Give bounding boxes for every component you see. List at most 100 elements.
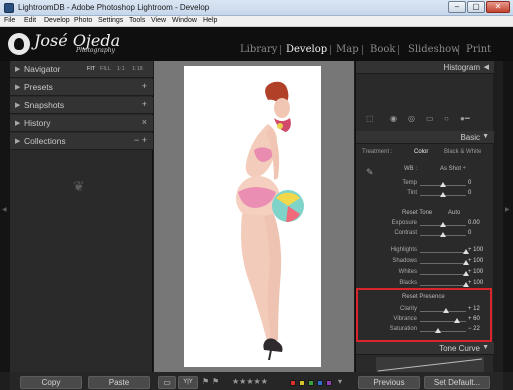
tone-slider-thumb[interactable] bbox=[440, 222, 446, 227]
wb-preset-select[interactable]: As Shot ÷ bbox=[440, 166, 466, 172]
previous-button[interactable]: Previous bbox=[358, 376, 420, 389]
light-slider-track[interactable] bbox=[420, 282, 469, 287]
presence-slider-track[interactable] bbox=[420, 308, 466, 313]
light-slider-value[interactable]: + 100 bbox=[468, 258, 483, 264]
purple-label-swatch[interactable] bbox=[326, 380, 332, 386]
snapshots-label: Snapshots bbox=[24, 100, 65, 110]
tone-curve-panel-header[interactable]: Tone Curve ▼ bbox=[356, 342, 494, 355]
treatment-bw-option[interactable]: Black & White bbox=[444, 149, 481, 155]
presence-slider-thumb[interactable] bbox=[434, 328, 441, 333]
zoom-1-18[interactable]: 1:18 bbox=[132, 66, 143, 72]
tone-slider-track[interactable] bbox=[420, 222, 466, 227]
histogram-panel-header[interactable]: Histogram ◀ bbox=[356, 61, 494, 74]
reject-flag-icon[interactable]: ⚑ bbox=[212, 377, 219, 386]
collections-panel-header[interactable]: ▶ Collections − + bbox=[10, 133, 153, 150]
tone-slider-value[interactable]: 0.00 bbox=[468, 220, 480, 226]
presence-slider-value[interactable]: + 12 bbox=[468, 306, 480, 312]
light-slider-value[interactable]: + 100 bbox=[468, 247, 483, 253]
presets-panel-header[interactable]: ▶ Presets + bbox=[10, 79, 153, 96]
white-balance-picker-icon[interactable]: ✎ bbox=[366, 167, 374, 178]
wb-slider-track[interactable] bbox=[420, 192, 466, 197]
loupe-view-icon[interactable]: ▭ bbox=[158, 376, 176, 389]
copy-button[interactable]: Copy bbox=[20, 376, 82, 389]
light-slider-track[interactable] bbox=[420, 271, 469, 276]
presence-slider-value[interactable]: − 22 bbox=[468, 326, 480, 332]
add-preset-button[interactable]: + bbox=[142, 81, 147, 91]
wb-slider-track[interactable] bbox=[420, 182, 466, 187]
crop-tool-icon[interactable]: ⬚ bbox=[366, 114, 374, 123]
light-slider-value[interactable]: + 100 bbox=[468, 269, 483, 275]
loupe-view[interactable] bbox=[154, 61, 354, 372]
add-snapshot-button[interactable]: + bbox=[142, 99, 147, 109]
right-panel-toggle[interactable]: ▶ bbox=[503, 61, 513, 372]
graduated-filter-tool-icon[interactable]: ▭ bbox=[426, 114, 434, 123]
module-map[interactable]: Map bbox=[336, 44, 359, 55]
wb-slider-thumb[interactable] bbox=[440, 182, 446, 187]
presence-slider-thumb[interactable] bbox=[442, 308, 449, 313]
history-panel-header[interactable]: ▶ History × bbox=[10, 115, 153, 132]
auto-tone-button[interactable]: Auto bbox=[448, 210, 460, 216]
wb-slider-value[interactable]: 0 bbox=[468, 180, 471, 186]
minimize-button[interactable]: – bbox=[448, 1, 466, 13]
left-panel: ▶ Navigator FIT FILL 1:1 1:18 ▶ Presets … bbox=[10, 61, 153, 372]
blue-label-swatch[interactable] bbox=[317, 380, 323, 386]
menu-settings[interactable]: Settings bbox=[98, 17, 123, 24]
clear-history-button[interactable]: × bbox=[142, 117, 147, 127]
module-develop[interactable]: Develop bbox=[286, 44, 327, 55]
tone-curve-preview[interactable] bbox=[376, 357, 484, 372]
green-label-swatch[interactable] bbox=[308, 380, 314, 386]
module-slideshow[interactable]: Slideshow bbox=[408, 44, 460, 55]
tone-slider-track[interactable] bbox=[420, 232, 466, 237]
tone-slider-thumb[interactable] bbox=[440, 232, 446, 237]
toolbar-options-icon[interactable]: ▾ bbox=[338, 377, 342, 386]
red-label-swatch[interactable] bbox=[290, 380, 296, 386]
menu-view[interactable]: View bbox=[151, 17, 166, 24]
before-after-button[interactable]: Y|Y bbox=[178, 376, 198, 389]
menu-help[interactable]: Help bbox=[203, 17, 217, 24]
menu-window[interactable]: Window bbox=[172, 17, 197, 24]
maximize-button[interactable]: ▢ bbox=[467, 1, 485, 13]
light-slider-value[interactable]: + 100 bbox=[468, 280, 483, 286]
star-rating[interactable]: ★★★★★ bbox=[232, 377, 268, 386]
module-book[interactable]: Book bbox=[370, 44, 395, 55]
light-slider-label: Blacks bbox=[399, 280, 417, 286]
treatment-color-option[interactable]: Color bbox=[414, 149, 428, 155]
navigator-panel-header[interactable]: ▶ Navigator FIT FILL 1:1 1:18 bbox=[10, 61, 153, 78]
flag-icon[interactable]: ⚑ bbox=[202, 377, 209, 386]
red-eye-tool-icon[interactable]: ◎ bbox=[408, 114, 415, 123]
adjustment-brush-tool-icon[interactable]: ●━ bbox=[460, 114, 470, 123]
close-button[interactable]: ✕ bbox=[486, 1, 510, 13]
menu-tools[interactable]: Tools bbox=[129, 17, 145, 24]
menu-file[interactable]: File bbox=[4, 17, 15, 24]
presence-slider-track[interactable] bbox=[420, 328, 466, 333]
wb-label: WB : bbox=[404, 166, 417, 172]
wb-slider-value[interactable]: 0 bbox=[468, 190, 471, 196]
presence-slider-track[interactable] bbox=[420, 318, 466, 323]
basic-panel-header[interactable]: Basic ▼ bbox=[356, 131, 494, 144]
paste-button[interactable]: Paste bbox=[88, 376, 150, 389]
light-slider-track[interactable] bbox=[420, 260, 469, 265]
module-print[interactable]: Print bbox=[466, 44, 491, 55]
spot-removal-tool-icon[interactable]: ◉ bbox=[390, 114, 397, 123]
zoom-fill[interactable]: FILL bbox=[100, 66, 111, 72]
radial-filter-tool-icon[interactable]: ○ bbox=[444, 114, 449, 123]
light-slider-track[interactable] bbox=[420, 249, 469, 254]
menu-edit[interactable]: Edit bbox=[24, 17, 36, 24]
set-default-button[interactable]: Set Default... bbox=[424, 376, 490, 389]
presence-slider-thumb[interactable] bbox=[453, 318, 460, 323]
module-library[interactable]: Library bbox=[240, 44, 277, 55]
menu-photo[interactable]: Photo bbox=[74, 17, 92, 24]
reset-presence-button[interactable]: Reset Presence bbox=[402, 294, 445, 300]
left-panel-toggle[interactable]: ◀ bbox=[0, 61, 10, 372]
photo-preview[interactable] bbox=[184, 66, 321, 367]
presence-slider-value[interactable]: + 60 bbox=[468, 316, 480, 322]
tone-slider-value[interactable]: 0 bbox=[468, 230, 471, 236]
collections-add-remove-buttons[interactable]: − + bbox=[134, 135, 147, 145]
reset-tone-button[interactable]: Reset Tone bbox=[402, 210, 432, 216]
menu-develop[interactable]: Develop bbox=[44, 17, 70, 24]
yellow-label-swatch[interactable] bbox=[299, 380, 305, 386]
zoom-1-1[interactable]: 1:1 bbox=[117, 66, 125, 72]
wb-slider-thumb[interactable] bbox=[440, 192, 446, 197]
zoom-fit[interactable]: FIT bbox=[87, 66, 95, 72]
snapshots-panel-header[interactable]: ▶ Snapshots + bbox=[10, 97, 153, 114]
